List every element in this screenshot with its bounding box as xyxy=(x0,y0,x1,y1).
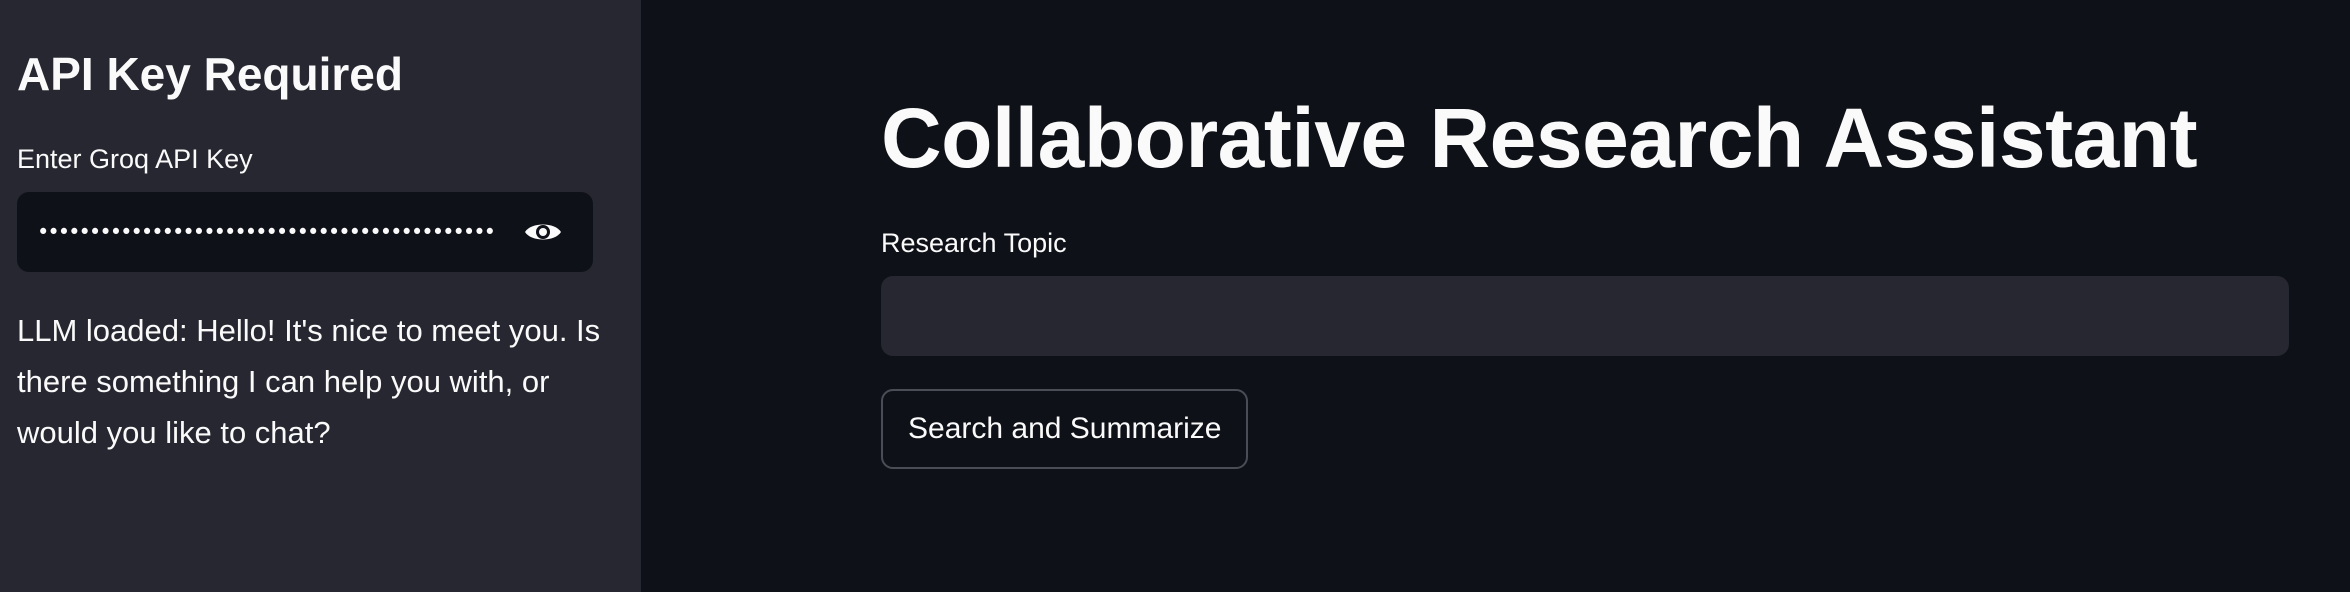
page-title: Collaborative Research Assistant xyxy=(881,91,2198,185)
research-topic-label: Research Topic xyxy=(881,228,1067,258)
api-key-field[interactable]: ••••••••••••••••••••••••••••••••••••••••… xyxy=(17,192,593,272)
research-topic-input[interactable] xyxy=(881,276,2289,356)
app-window: API Key Required Enter Groq API Key ••••… xyxy=(0,0,2350,592)
api-key-label: Enter Groq API Key xyxy=(17,144,253,174)
llm-status-message: LLM loaded: Hello! It's nice to meet you… xyxy=(17,313,601,450)
api-key-masked-value[interactable]: ••••••••••••••••••••••••••••••••••••••••… xyxy=(37,210,493,254)
sidebar: API Key Required Enter Groq API Key ••••… xyxy=(0,0,641,592)
search-and-summarize-button[interactable]: Search and Summarize xyxy=(881,389,1249,469)
main-content: Collaborative Research Assistant Researc… xyxy=(641,0,2350,592)
eye-icon[interactable] xyxy=(521,212,565,252)
eye-icon-glyph xyxy=(525,224,561,240)
sidebar-heading: API Key Required xyxy=(17,48,403,100)
